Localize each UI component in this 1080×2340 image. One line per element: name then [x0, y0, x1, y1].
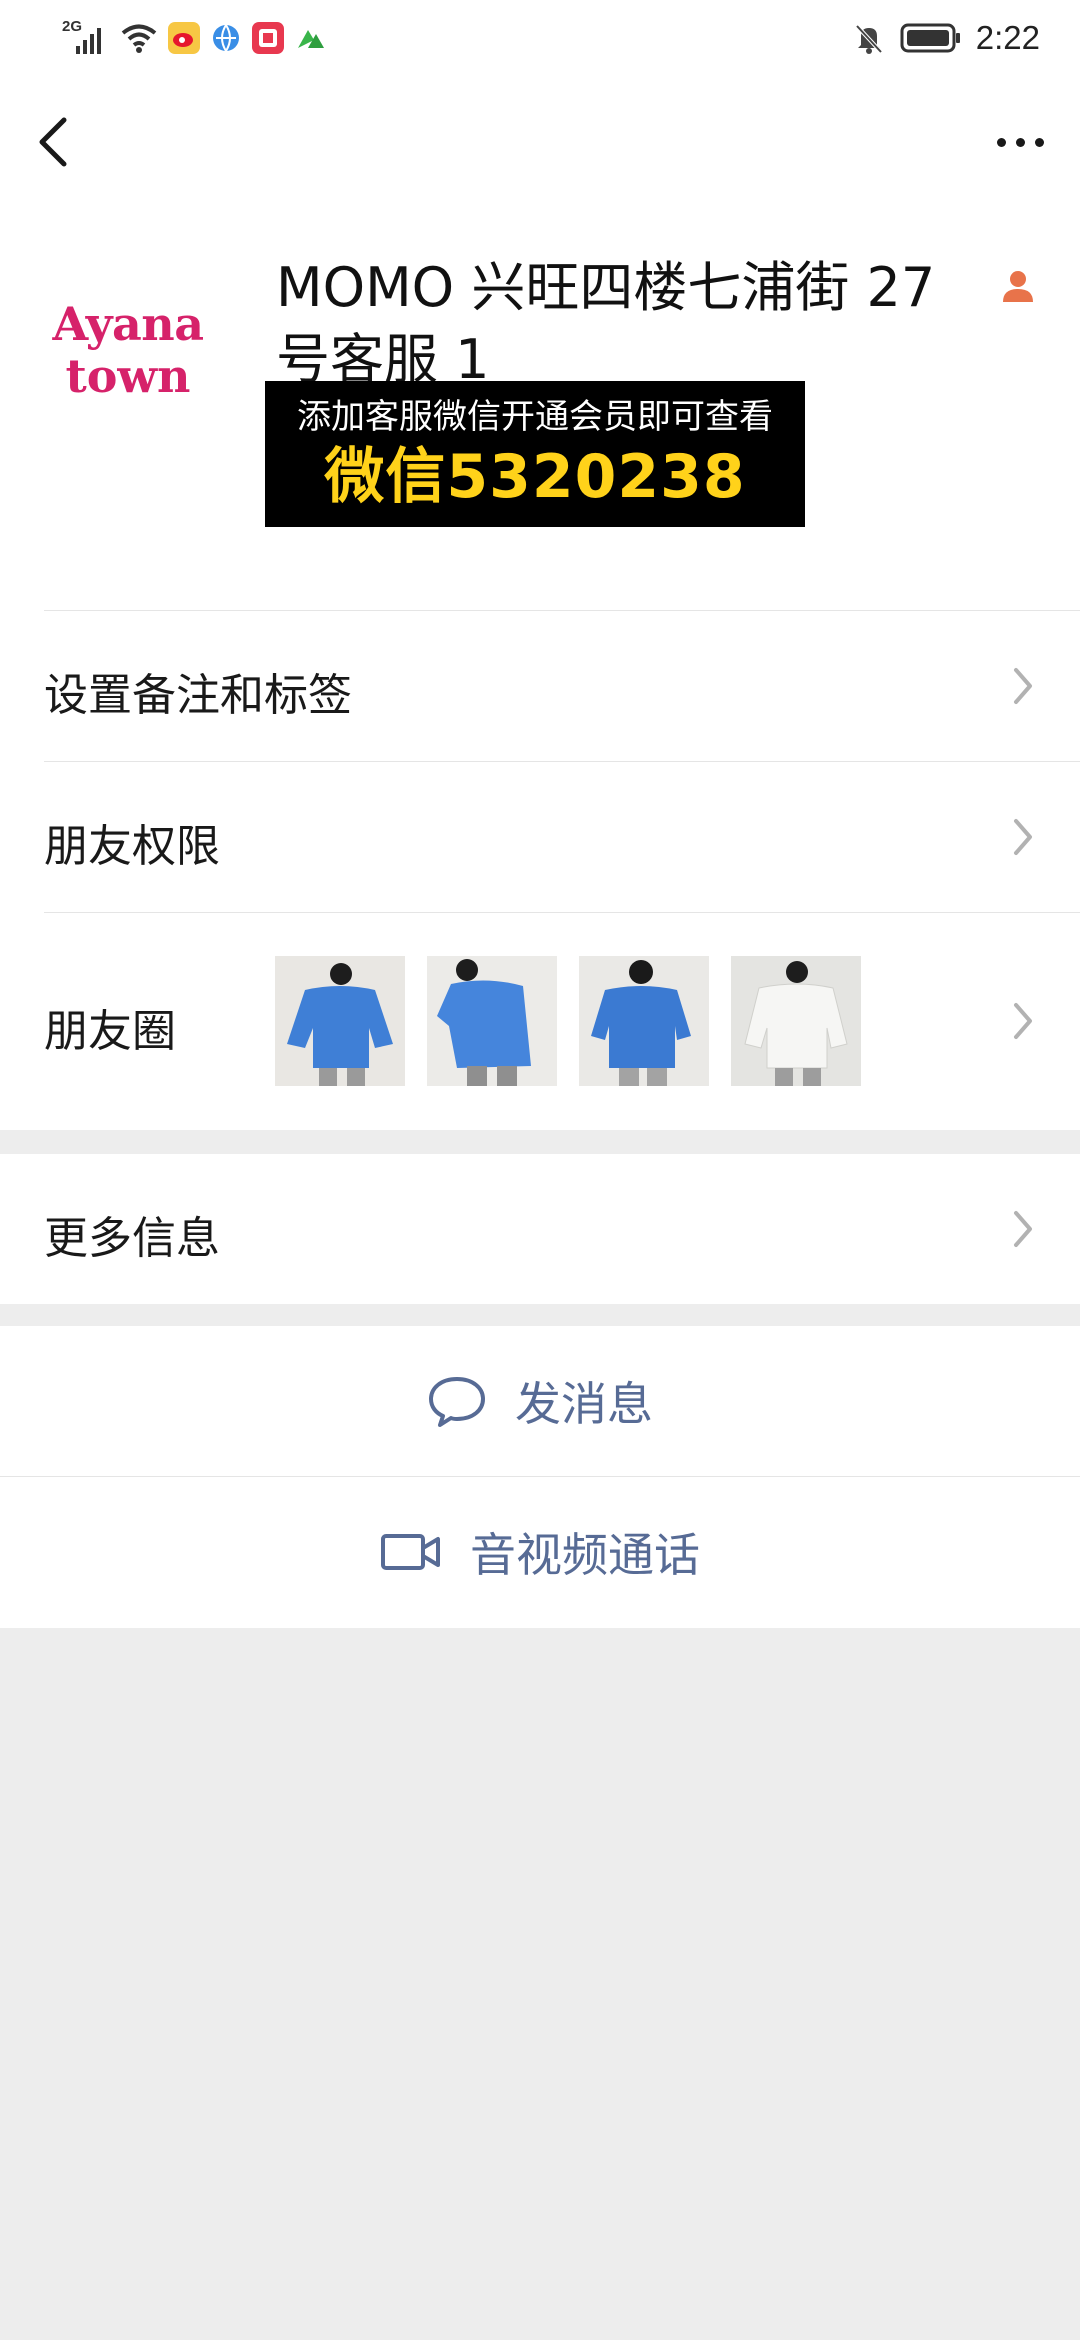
status-bar: 2G 2:22	[0, 0, 1080, 76]
moments-photo-3[interactable]	[579, 956, 709, 1086]
video-camera-icon	[381, 1534, 440, 1570]
row-friend-permissions[interactable]: 朋友权限	[0, 762, 1080, 912]
send-message-button[interactable]: 发消息	[0, 1326, 1080, 1476]
video-call-button[interactable]: 音视频通话	[0, 1477, 1080, 1627]
avatar-text-line2: town	[65, 349, 191, 403]
bell-muted-icon	[855, 24, 883, 54]
avatar-text-line1: Ayana	[52, 297, 204, 351]
contact-name: MOMO 兴旺四楼七浦街 27 号客服 1	[276, 256, 936, 391]
moments-photo-2[interactable]	[427, 956, 557, 1086]
overlay-caption: 添加客服微信开通会员即可查看	[297, 397, 773, 437]
row-permissions-label: 朋友权限	[44, 821, 220, 872]
actions-section: 发消息 音视频通话	[0, 1326, 1080, 1628]
overlay-wechat-id: 微信5320238	[324, 442, 746, 512]
green-app-icon	[298, 30, 324, 48]
signal-icon: 2G	[62, 18, 110, 58]
moments-photo-1[interactable]	[275, 956, 405, 1086]
row-remark-label: 设置备注和标签	[44, 670, 352, 721]
wifi-icon	[121, 24, 157, 53]
browser-app-icon	[210, 22, 242, 54]
chat-bubble-icon	[429, 1377, 485, 1427]
row-more-info-label: 更多信息	[44, 1213, 220, 1264]
promo-overlay-banner: 添加客服微信开通会员即可查看 微信5320238	[265, 381, 805, 527]
status-time: 2:22	[975, 19, 1040, 56]
video-call-label: 音视频通话	[470, 1528, 700, 1582]
chevron-right-icon	[1014, 1003, 1032, 1039]
person-icon	[1003, 271, 1033, 302]
row-remark-tags[interactable]: 设置备注和标签	[0, 611, 1080, 761]
avatar[interactable]: Ayana town	[40, 262, 216, 438]
chevron-left-icon[interactable]	[30, 112, 78, 172]
chevron-right-icon	[1014, 1211, 1032, 1247]
status-left: 2G	[62, 16, 326, 60]
chevron-right-icon	[1014, 819, 1032, 855]
more-dots-icon[interactable]	[988, 120, 1052, 164]
status-right: 2:22	[852, 16, 1040, 60]
red-app-icon	[252, 22, 284, 54]
send-message-label: 发消息	[515, 1377, 653, 1431]
row-moments-label: 朋友圈	[44, 1006, 176, 1057]
moments-photo-4[interactable]	[731, 956, 861, 1086]
weibo-app-icon	[168, 22, 200, 54]
battery-icon	[900, 23, 960, 53]
row-more-info[interactable]: 更多信息	[0, 1154, 1080, 1304]
chevron-right-icon	[1014, 668, 1032, 704]
